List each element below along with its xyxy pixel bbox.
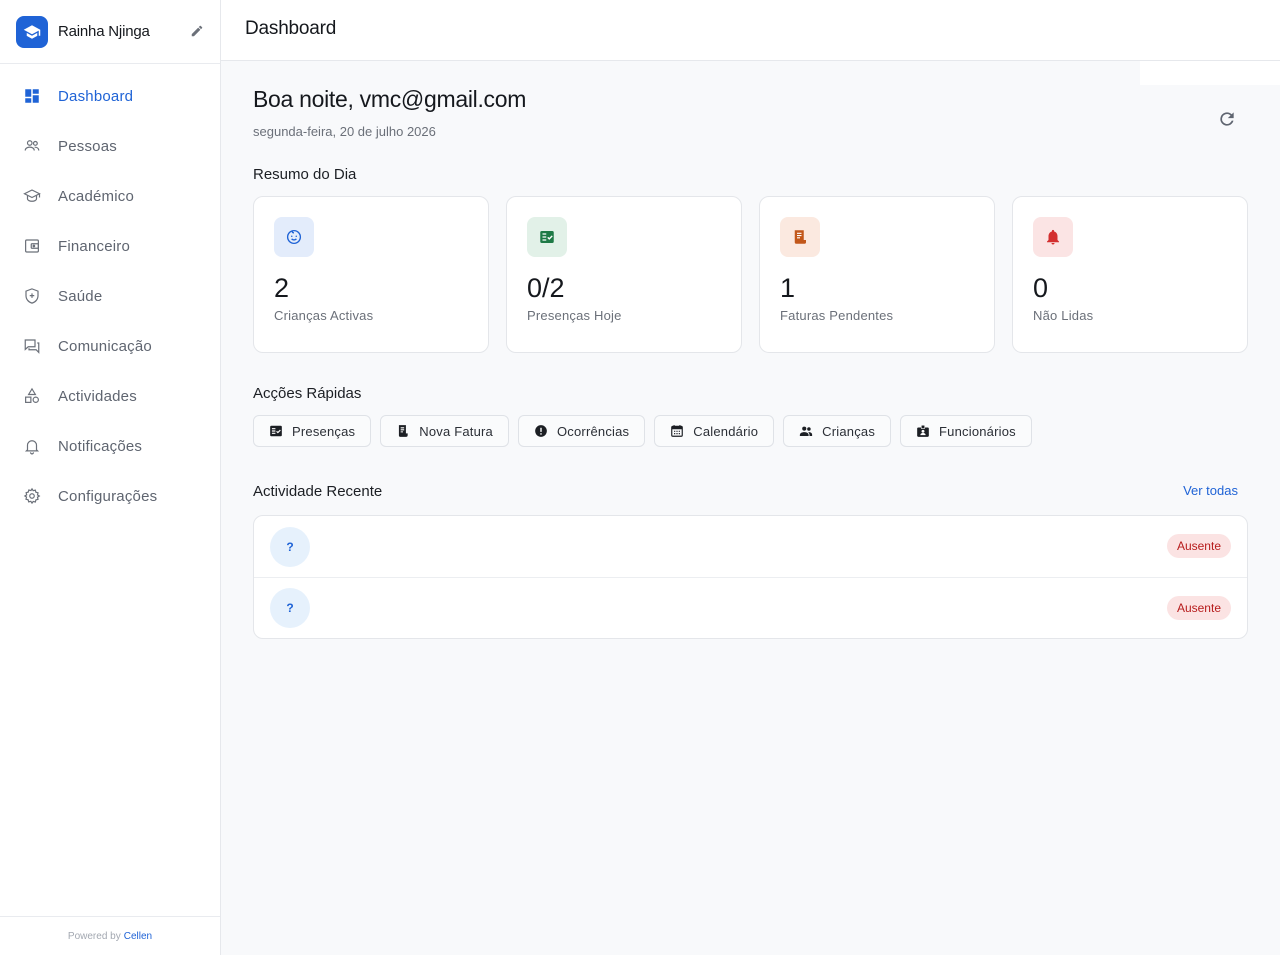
fact-check-icon: [527, 217, 567, 257]
stat-card-invoices[interactable]: 1 Faturas Pendentes: [759, 196, 995, 353]
page-title: Dashboard: [245, 18, 337, 39]
sidebar-item-label: Comunicação: [58, 337, 152, 355]
recent-activity-list: ? Ausente ? Ausente: [253, 515, 1248, 639]
sidebar-item-label: Saúde: [58, 287, 103, 305]
sidebar-item-academico[interactable]: Académico: [0, 171, 220, 221]
main-content: Boa noite, vmc@gmail.com segunda-feira, …: [253, 86, 1248, 639]
greeting-heading: Boa noite, vmc@gmail.com: [253, 86, 527, 112]
sidebar-item-notificacoes[interactable]: Notificações: [0, 421, 220, 471]
quick-action-criancas[interactable]: Crianças: [783, 415, 892, 447]
stat-card-attendance[interactable]: 0/2 Presenças Hoje: [506, 196, 742, 353]
sidebar-item-label: Notificações: [58, 437, 143, 455]
quick-action-label: Crianças: [822, 423, 876, 439]
quick-action-calendario[interactable]: Calendário: [654, 415, 775, 447]
list-item[interactable]: ? Ausente: [254, 577, 1247, 638]
sidebar: Rainha Njinga Dashboard Pessoas Académic…: [0, 0, 221, 955]
stat-card-unread[interactable]: 0 Não Lidas: [1012, 196, 1248, 353]
bell-icon: [1033, 217, 1073, 257]
sidebar-item-label: Financeiro: [58, 237, 131, 255]
alert-circle-icon: [534, 424, 548, 438]
brand-link[interactable]: Cellen: [124, 931, 152, 942]
quick-action-label: Funcionários: [939, 423, 1016, 439]
quick-action-label: Calendário: [693, 423, 759, 439]
refresh-button[interactable]: [1216, 108, 1238, 130]
sidebar-item-pessoas[interactable]: Pessoas: [0, 121, 220, 171]
people-icon: [799, 424, 813, 438]
sidebar-item-actividades[interactable]: Actividades: [0, 371, 220, 421]
sidebar-item-label: Actividades: [58, 387, 137, 405]
sidebar-item-label: Pessoas: [58, 137, 117, 155]
sidebar-item-label: Dashboard: [58, 87, 134, 105]
summary-title: Resumo do Dia: [253, 166, 357, 183]
stat-card-children[interactable]: 2 Crianças Activas: [253, 196, 489, 353]
quick-action-funcionarios[interactable]: Funcionários: [900, 415, 1032, 447]
chat-icon: [23, 337, 41, 355]
bell-icon: [23, 437, 41, 455]
quick-actions: Presenças Nova Fatura Ocorrências Calend…: [253, 415, 1032, 447]
shapes-icon: [23, 387, 41, 405]
dashboard-icon: [23, 87, 41, 105]
stat-label: Crianças Activas: [274, 308, 374, 323]
wallet-icon: [23, 237, 41, 255]
list-item[interactable]: ? Ausente: [254, 516, 1247, 577]
stat-value: 2: [274, 273, 290, 303]
quick-action-label: Presenças: [292, 423, 356, 439]
avatar: ?: [270, 588, 310, 628]
sidebar-item-configuracoes[interactable]: Configurações: [0, 471, 220, 521]
quick-action-nova-fatura[interactable]: Nova Fatura: [380, 415, 509, 447]
gear-icon: [23, 487, 41, 505]
quick-action-presencas[interactable]: Presenças: [253, 415, 372, 447]
calendar-icon: [670, 424, 684, 438]
topbar-extension: [1140, 61, 1280, 85]
sidebar-item-saude[interactable]: Saúde: [0, 271, 220, 321]
sidebar-item-financeiro[interactable]: Financeiro: [0, 221, 220, 271]
stat-label: Presenças Hoje: [527, 308, 622, 323]
sidebar-footer: Powered by Cellen: [0, 916, 220, 955]
badge-icon: [916, 424, 930, 438]
fact-check-icon: [269, 424, 283, 438]
refresh-icon: [1220, 112, 1234, 126]
receipt-icon: [396, 424, 410, 438]
current-date: segunda-feira, 20 de julho 2026: [253, 124, 436, 139]
status-badge: Ausente: [1166, 596, 1231, 620]
receipt-icon: [780, 217, 820, 257]
sidebar-nav: Dashboard Pessoas Académico Financeiro S…: [0, 64, 220, 521]
stat-label: Faturas Pendentes: [780, 308, 894, 323]
stat-value: 1: [780, 273, 796, 303]
sidebar-header: Rainha Njinga: [0, 0, 220, 64]
health-shield-icon: [23, 287, 41, 305]
recent-activity-title: Actividade Recente: [253, 483, 383, 500]
child-face-icon: [274, 217, 314, 257]
edit-pencil-icon[interactable]: [190, 24, 204, 38]
quick-action-ocorrencias[interactable]: Ocorrências: [517, 415, 646, 447]
avatar: ?: [270, 526, 310, 567]
stat-label: Não Lidas: [1033, 308, 1094, 323]
quick-action-label: Nova Fatura: [419, 423, 493, 439]
people-icon: [23, 137, 41, 155]
top-bar: Dashboard: [221, 0, 1280, 61]
summary-cards: 2 Crianças Activas 0/2 Presenças Hoje 1 …: [253, 196, 1248, 353]
powered-by-text: Powered by: [67, 930, 121, 942]
quick-action-label: Ocorrências: [556, 423, 630, 439]
status-badge: Ausente: [1166, 534, 1231, 558]
sidebar-item-comunicacao[interactable]: Comunicação: [0, 321, 220, 371]
sidebar-item-dashboard[interactable]: Dashboard: [0, 71, 220, 121]
sidebar-item-label: Académico: [58, 187, 135, 205]
stat-value: 0/2: [527, 273, 565, 303]
stat-value: 0: [1033, 273, 1049, 303]
quick-actions-title: Acções Rápidas: [253, 385, 362, 402]
sidebar-item-label: Configurações: [58, 487, 158, 505]
see-all-link[interactable]: Ver todas: [1183, 483, 1238, 498]
graduation-cap-icon: [23, 187, 41, 205]
school-name: Rainha Njinga: [58, 23, 150, 40]
school-logo-icon: [16, 15, 48, 48]
